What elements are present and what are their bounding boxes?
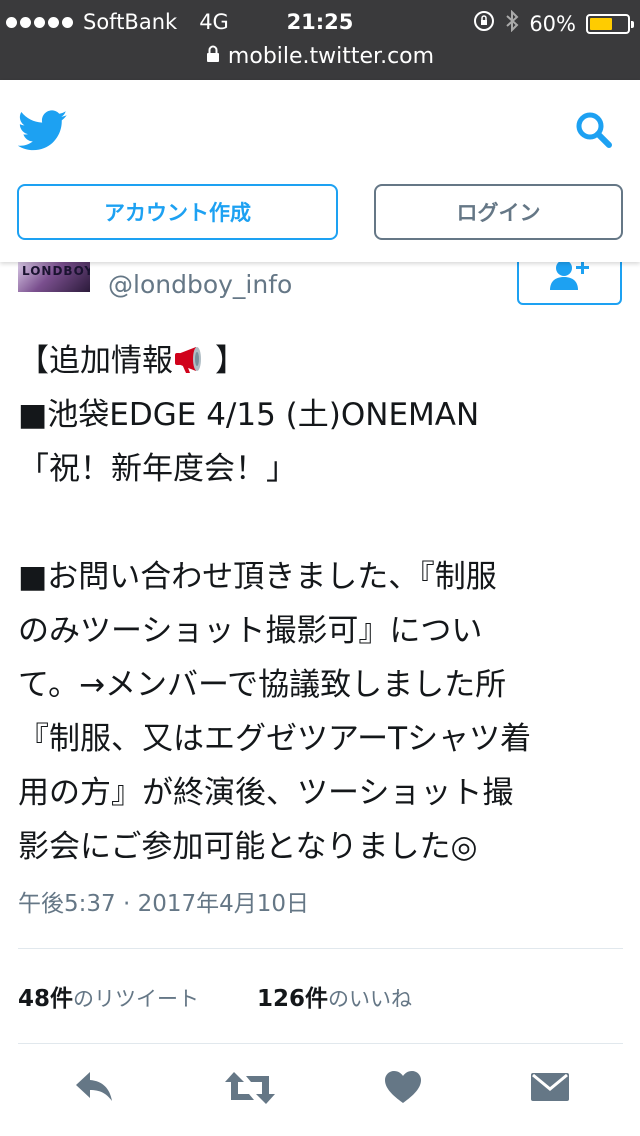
- tweet-line: ■池袋EDGE 4/15 (土)ONEMAN: [18, 397, 480, 433]
- message-icon[interactable]: [530, 1070, 570, 1108]
- like-count-number: 126件: [257, 986, 329, 1012]
- status-bar: SoftBank 4G 21:25 60% mobile.twitter.com: [0, 0, 640, 80]
- battery-percent: 60%: [529, 11, 576, 36]
- signup-button[interactable]: アカウント作成: [17, 184, 338, 240]
- site-header: アカウント作成 ログイン: [0, 80, 640, 262]
- tweet-line: [18, 496, 623, 550]
- tweet-line: 「祝！新年度会！」: [18, 451, 297, 487]
- lock-icon: [206, 44, 220, 69]
- tweet-line: 【追加情報】: [18, 334, 623, 388]
- reply-icon[interactable]: [74, 1070, 114, 1108]
- divider: [18, 1043, 623, 1044]
- bluetooth-icon: [505, 9, 519, 37]
- twitter-bird-icon[interactable]: [17, 110, 68, 156]
- retweet-count-label: のリツイート: [73, 987, 200, 1011]
- avatar-logo-text: LONDBOY: [22, 264, 90, 278]
- tweet-line: 影会にご参加可能となりました◎: [18, 829, 478, 865]
- tweet-text: 【追加情報】 ■池袋EDGE 4/15 (土)ONEMAN 「祝！新年度会！」 …: [18, 334, 623, 874]
- like-count-label: のいいね: [328, 987, 413, 1011]
- tweet-stats: 48件 のリツイート 126件 のいいね: [18, 979, 470, 1013]
- follow-user-icon: [548, 258, 592, 296]
- divider: [18, 948, 623, 949]
- tweet-line: のみツーショット撮影可』につい: [18, 613, 483, 649]
- tweet-line: て。→メンバーで協議致しました所: [18, 667, 507, 703]
- tweet-line: 『制服、又はエグゼツアーTシャツ着: [18, 721, 532, 757]
- tweet-line: ■お問い合わせ頂きました、『制服: [18, 559, 497, 595]
- tweet-timestamp[interactable]: 午後5:37 · 2017年4月10日: [18, 884, 309, 918]
- tweet-line: 用の方』が終演後、ツーショット撮: [18, 775, 514, 811]
- login-button[interactable]: ログイン: [374, 184, 623, 240]
- avatar[interactable]: LONDBOY: [18, 262, 90, 292]
- url-bar[interactable]: mobile.twitter.com: [0, 40, 640, 72]
- like-count[interactable]: 126件 のいいね: [257, 979, 412, 1013]
- search-icon[interactable]: [574, 110, 614, 154]
- url-text: mobile.twitter.com: [227, 43, 435, 69]
- user-handle[interactable]: @londboy_info: [108, 270, 292, 299]
- battery-icon: [586, 13, 634, 34]
- rotation-lock-icon: [473, 10, 495, 37]
- retweet-icon[interactable]: [224, 1070, 276, 1110]
- tweet-actions: [0, 1062, 640, 1118]
- like-icon[interactable]: [384, 1070, 422, 1108]
- retweet-count-number: 48件: [18, 986, 74, 1012]
- megaphone-icon: [174, 338, 214, 392]
- retweet-count[interactable]: 48件 のリツイート: [18, 979, 199, 1013]
